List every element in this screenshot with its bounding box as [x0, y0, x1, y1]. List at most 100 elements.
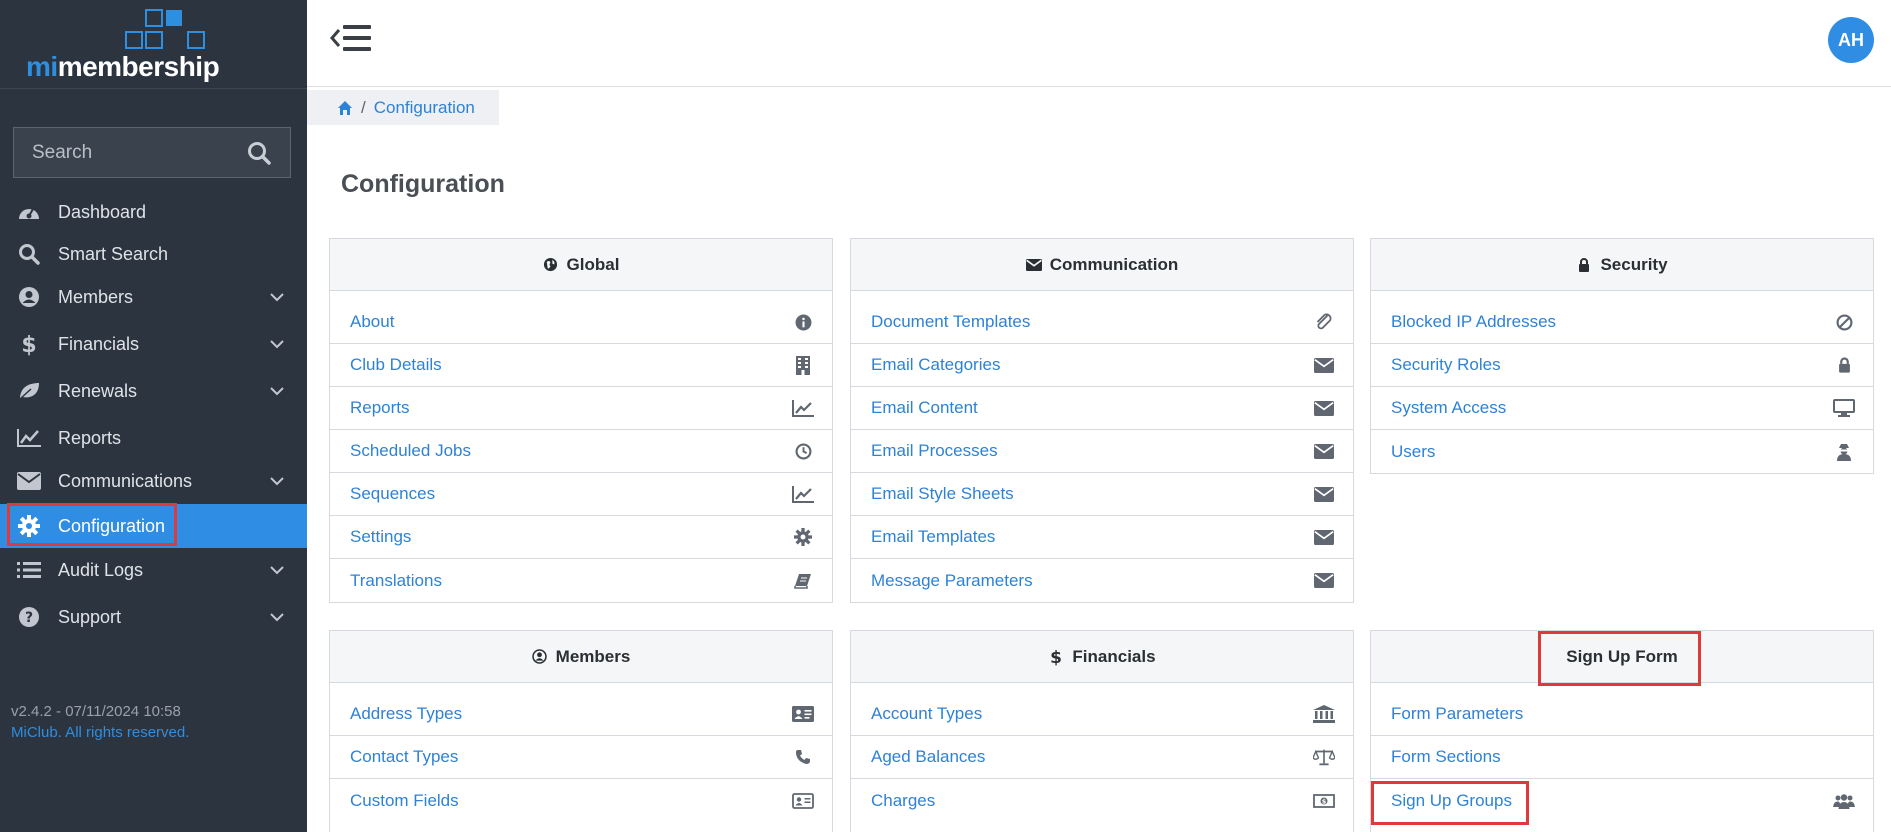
config-link-charges[interactable]: Charges $ [851, 779, 1353, 822]
envelope-icon [1313, 441, 1335, 461]
sidebar-item-label: Financials [58, 333, 140, 354]
row-label: Translations [350, 570, 442, 590]
sidebar-item-label: Communications [58, 470, 193, 491]
config-link-form-sections[interactable]: Form Sections [1371, 736, 1873, 779]
config-link-email-style-sheets[interactable]: Email Style Sheets [851, 473, 1353, 516]
sidebar-item-renewals[interactable]: Renewals [0, 369, 307, 413]
config-link-aged-balances[interactable]: Aged Balances [851, 736, 1353, 779]
bank-icon [1313, 704, 1335, 724]
breadcrumb-current[interactable]: Configuration [374, 98, 475, 118]
chevron-down-icon[interactable] [269, 289, 285, 305]
config-link-custom-fields[interactable]: Custom Fields [330, 779, 832, 822]
row-label: About [350, 312, 395, 331]
panel-title: Global [566, 254, 620, 274]
address-card-icon [792, 704, 814, 724]
row-label: Reports [350, 398, 410, 417]
user-secret-icon [1833, 442, 1855, 462]
search-placeholder: Search [32, 141, 93, 163]
sidebar-item-dashboard[interactable]: Dashboard [0, 190, 307, 234]
config-link-sign-up-groups[interactable]: Sign Up Groups [1371, 779, 1873, 822]
config-link-about[interactable]: About [330, 301, 832, 344]
config-link-translations[interactable]: Translations [330, 559, 832, 602]
ban-icon [1833, 312, 1855, 332]
chevron-down-icon[interactable] [269, 609, 285, 625]
sidebar-toggle-icon[interactable] [329, 22, 377, 54]
panel-header: Security [1371, 239, 1873, 291]
panel-header: Members [330, 631, 832, 683]
dollar-icon: $ [16, 331, 42, 357]
config-link-message-parameters[interactable]: Message Parameters [851, 559, 1353, 602]
svg-text:?: ? [25, 610, 33, 626]
mimembership-logo[interactable]: mimembership [26, 6, 220, 86]
sidebar: mimembership Search Dashboard Smart Sear… [0, 0, 307, 832]
lock-icon [1833, 355, 1855, 375]
version-text: v2.4.2 - 07/11/2024 10:58 [11, 703, 181, 720]
svg-text:$: $ [1051, 648, 1063, 666]
chevron-down-icon[interactable] [269, 562, 285, 578]
config-link-sequences[interactable]: Sequences [330, 473, 832, 516]
panel-title: Members [555, 646, 631, 666]
envelope-icon [1025, 257, 1042, 273]
dashboard-icon [16, 199, 42, 225]
config-link-blocked-ip-addresses[interactable]: Blocked IP Addresses [1371, 301, 1873, 344]
row-label: Address Types [350, 704, 463, 723]
config-link-email-categories[interactable]: Email Categories [851, 344, 1353, 387]
sidebar-item-label: Support [58, 606, 122, 627]
config-link-email-templates[interactable]: Email Templates [851, 516, 1353, 559]
row-label: System Access [1391, 398, 1507, 417]
config-link-email-content[interactable]: Email Content [851, 387, 1353, 430]
sidebar-search-input[interactable]: Search [13, 127, 291, 178]
chevron-down-icon[interactable] [269, 336, 285, 352]
row-label: Email Categories [871, 355, 1001, 374]
sidebar-item-communications[interactable]: Communications [0, 459, 307, 503]
row-label: Contact Types [350, 747, 459, 766]
search-icon[interactable] [246, 140, 272, 166]
sidebar-item-financials[interactable]: $ Financials [0, 322, 307, 366]
chevron-down-icon[interactable] [269, 473, 285, 489]
config-link-address-types[interactable]: Address Types [330, 693, 832, 736]
sidebar-item-reports[interactable]: Reports [0, 416, 307, 460]
envelope-icon [1313, 571, 1335, 591]
panel-header: Global [330, 239, 832, 291]
row-label: Users [1391, 441, 1436, 461]
config-link-system-access[interactable]: System Access [1371, 387, 1873, 430]
chevron-down-icon[interactable] [269, 383, 285, 399]
panel-financials: $ Financials Account Types Aged Balances… [850, 630, 1354, 832]
config-link-users[interactable]: Users [1371, 430, 1873, 473]
config-link-settings[interactable]: Settings [330, 516, 832, 559]
sidebar-item-configuration[interactable]: Configuration [0, 504, 307, 548]
search-icon [16, 241, 42, 267]
sidebar-item-smart-search[interactable]: Smart Search [0, 232, 307, 276]
copyright-link[interactable]: MiClub. All rights reserved. [11, 724, 189, 741]
config-link-account-types[interactable]: Account Types [851, 693, 1353, 736]
config-link-document-templates[interactable]: Document Templates [851, 301, 1353, 344]
sidebar-item-label: Reports [58, 427, 122, 448]
globe-icon [543, 257, 559, 273]
config-link-reports[interactable]: Reports [330, 387, 832, 430]
sidebar-item-label: Members [58, 286, 134, 307]
config-link-form-parameters[interactable]: Form Parameters [1371, 693, 1873, 736]
users-icon [1833, 791, 1855, 811]
envelope-icon [1313, 484, 1335, 504]
config-link-contact-types[interactable]: Contact Types [330, 736, 832, 779]
user-avatar[interactable]: AH [1828, 17, 1874, 63]
book-icon [792, 571, 814, 591]
config-link-club-details[interactable]: Club Details [330, 344, 832, 387]
money-icon: $ [1313, 791, 1335, 811]
config-link-scheduled-jobs[interactable]: Scheduled Jobs [330, 430, 832, 473]
panel-title: Sign Up Form [1566, 646, 1678, 666]
user-circle-icon [16, 284, 42, 310]
dollar-icon: $ [1048, 648, 1064, 666]
config-link-email-processes[interactable]: Email Processes [851, 430, 1353, 473]
home-icon[interactable] [337, 100, 353, 116]
lock-icon [1576, 257, 1592, 273]
panel-header: Sign Up Form [1371, 631, 1873, 683]
config-link-security-roles[interactable]: Security Roles [1371, 344, 1873, 387]
sidebar-item-members[interactable]: Members [0, 275, 307, 319]
sidebar-item-support[interactable]: ? Support [0, 595, 307, 639]
svg-text:$: $ [1322, 797, 1327, 805]
breadcrumb: / Configuration [307, 90, 499, 125]
sidebar-item-label: Audit Logs [58, 559, 144, 580]
sidebar-item-label: Smart Search [58, 243, 169, 264]
sidebar-item-audit-logs[interactable]: Audit Logs [0, 548, 307, 592]
